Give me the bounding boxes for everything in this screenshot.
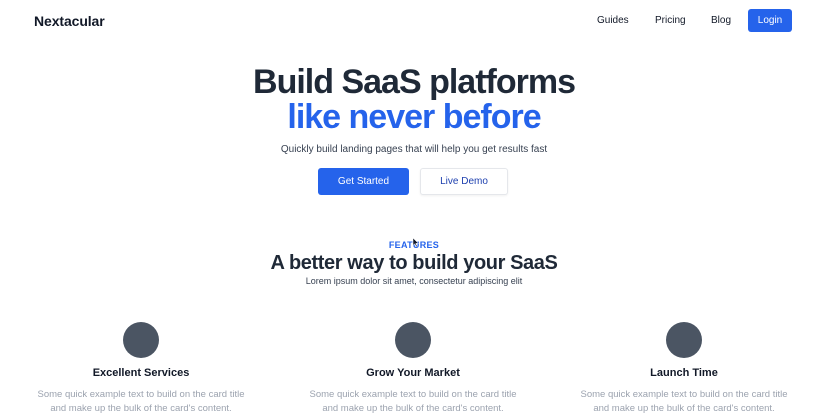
feature-card-title: Grow Your Market (366, 367, 460, 379)
live-demo-button[interactable]: Live Demo (420, 168, 508, 195)
feature-card-text: Some quick example text to build on the … (37, 389, 245, 414)
login-button[interactable]: Login (748, 9, 792, 32)
hero-title: Build SaaS platforms (253, 63, 576, 101)
feature-card: Excellent Services Some quick example te… (26, 320, 256, 416)
mouse-pointer-icon (413, 238, 419, 247)
feature-card-text: Some quick example text to build on the … (309, 389, 517, 414)
nav-link-blog[interactable]: Blog (711, 15, 731, 26)
hero-title-highlight: like never before (287, 98, 541, 136)
feature-card: Launch Time Some quick example text to b… (569, 320, 799, 416)
features-subtitle: Lorem ipsum dolor sit amet, consectetur … (305, 276, 523, 286)
brand-logo[interactable]: Nextacular (34, 13, 105, 29)
nav-link-guides[interactable]: Guides (597, 15, 629, 26)
feature-card-text: Some quick example text to build on the … (580, 389, 788, 414)
features-title: A better way to build your SaaS (270, 252, 558, 274)
get-started-button[interactable]: Get Started (318, 168, 409, 195)
feature-card-title: Launch Time (650, 367, 718, 379)
nav-link-pricing[interactable]: Pricing (655, 15, 686, 26)
hero-subtitle: Quickly build landing pages that will he… (280, 144, 548, 155)
feature-card: Grow Your Market Some quick example text… (298, 320, 528, 416)
landing-page: Nextacular Guides Pricing Blog Login Bui… (0, 0, 828, 419)
feature-card-title: Excellent Services (92, 367, 190, 379)
feature-circle-icon (666, 322, 702, 358)
top-navbar: Nextacular Guides Pricing Blog Login (0, 0, 828, 42)
feature-circle-icon (123, 322, 159, 358)
feature-circle-icon (395, 322, 431, 358)
